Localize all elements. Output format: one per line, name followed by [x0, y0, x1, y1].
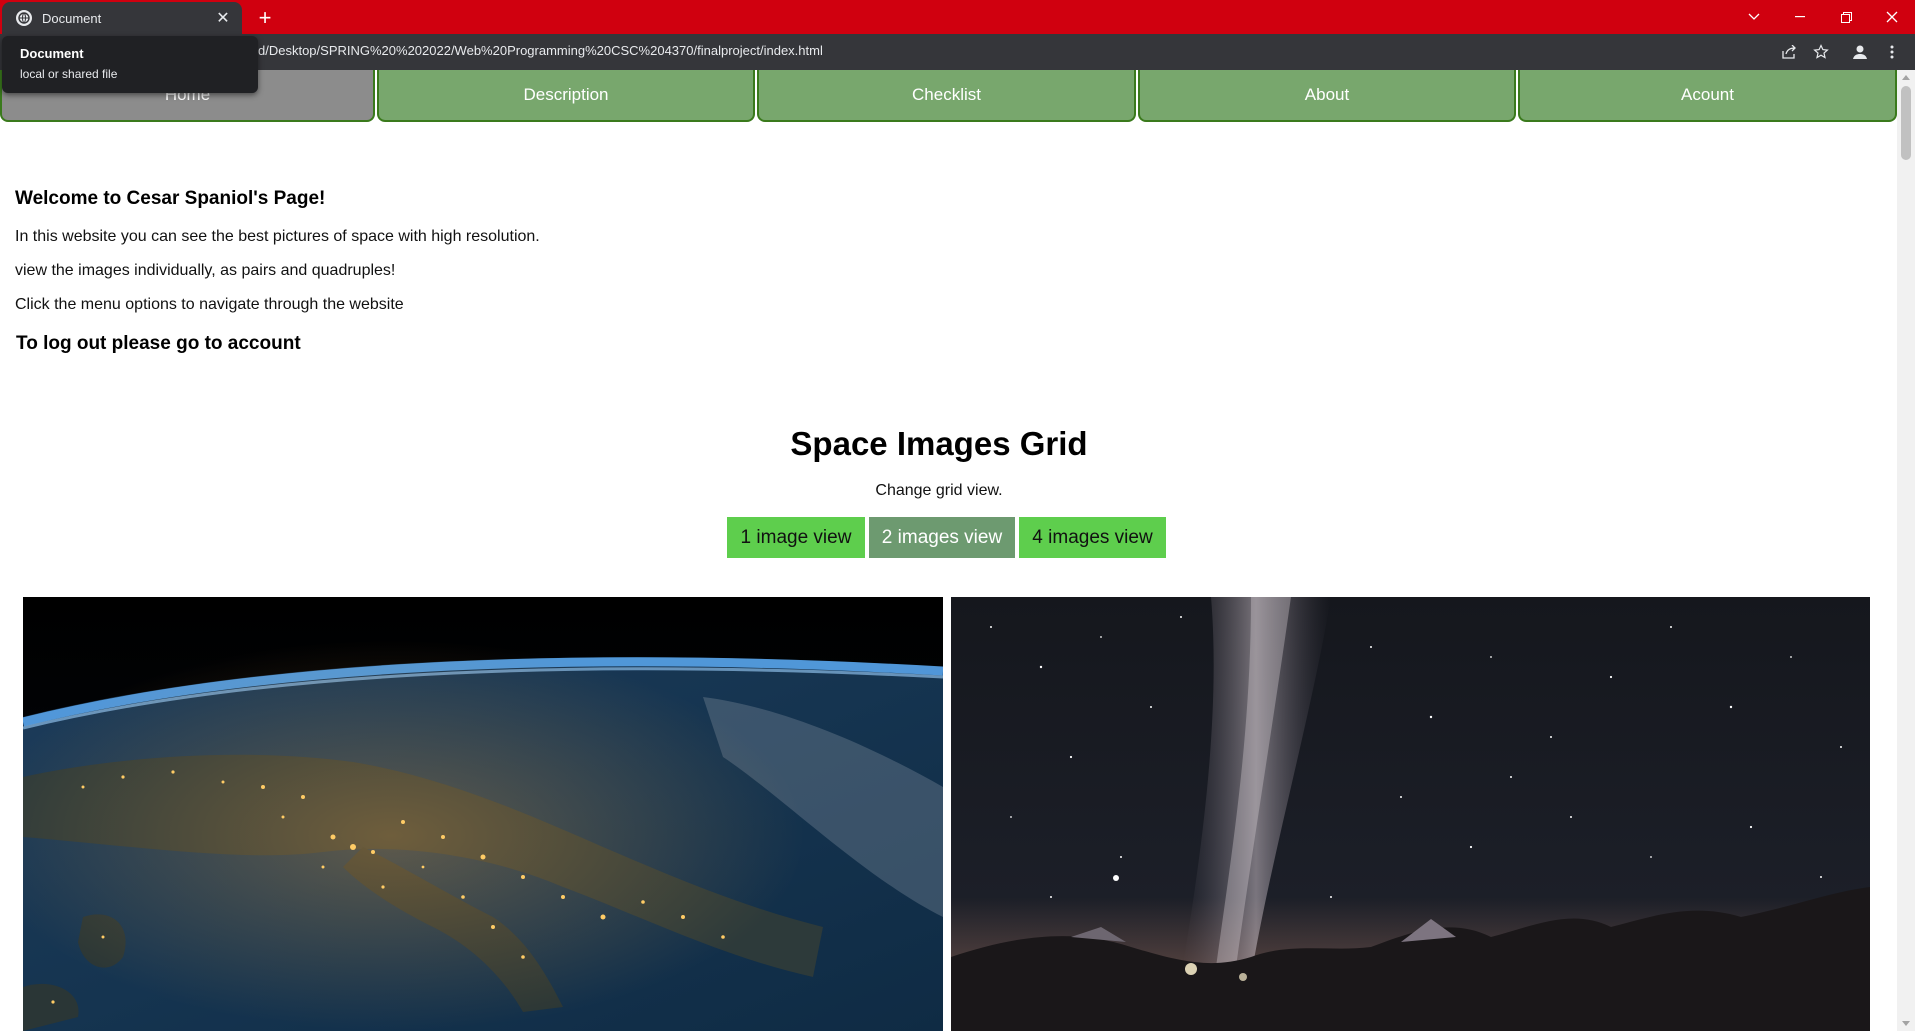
one-image-view-button[interactable]: 1 image view	[727, 517, 865, 558]
page-scrollbar[interactable]	[1897, 70, 1915, 1031]
nav-item-account[interactable]: Acount	[1518, 70, 1897, 122]
welcome-heading: Welcome to Cesar Spaniol's Page!	[15, 188, 326, 209]
grid-subtitle: Change grid view.	[875, 482, 1003, 499]
scrollbar-thumb[interactable]	[1901, 86, 1911, 160]
intro-line: In this website you can see the best pic…	[15, 228, 540, 245]
grid-title: Space Images Grid	[790, 425, 1088, 462]
close-icon[interactable]: ✕	[214, 9, 232, 27]
nav-item-checklist[interactable]: Checklist	[757, 70, 1136, 122]
intro-line: Click the menu options to navigate throu…	[15, 296, 404, 313]
browser-toolbar: d/Desktop/SPRING%20%202022/Web%20Program…	[0, 34, 1915, 70]
address-bar[interactable]: d/Desktop/SPRING%20%202022/Web%20Program…	[258, 43, 823, 58]
window-close-icon[interactable]	[1869, 0, 1915, 34]
minimize-icon[interactable]	[1777, 0, 1823, 34]
tab-title: Document	[42, 10, 102, 26]
two-images-view-button[interactable]: 2 images view	[869, 517, 1015, 558]
browser-tab[interactable]: Document ✕	[2, 2, 242, 34]
new-tab-button[interactable]: +	[252, 5, 278, 31]
tooltip-title: Document	[20, 46, 84, 61]
scroll-down-arrow-icon[interactable]	[1902, 1021, 1910, 1026]
star-icon[interactable]	[1811, 42, 1831, 62]
restore-icon[interactable]	[1823, 0, 1869, 34]
nav-item-about[interactable]: About	[1138, 70, 1516, 122]
earth-at-night-image	[23, 597, 943, 1031]
four-images-view-button[interactable]: 4 images view	[1019, 517, 1166, 558]
browser-title-bar: Document ✕ +	[0, 0, 1915, 34]
menu-icon[interactable]	[1882, 42, 1902, 62]
globe-icon	[16, 10, 32, 26]
scroll-up-arrow-icon[interactable]	[1902, 75, 1910, 80]
tooltip-subtitle: local or shared file	[20, 67, 118, 81]
tab-tooltip: Document local or shared file	[2, 36, 258, 93]
page-viewport: Home Description Checklist About Acount …	[0, 70, 1897, 1031]
logout-heading: To log out please go to account	[16, 333, 301, 354]
main-nav: Home Description Checklist About Acount	[0, 70, 1897, 122]
intro-line: view the images individually, as pairs a…	[15, 262, 396, 279]
milky-way-image	[951, 597, 1870, 1031]
chevron-down-icon[interactable]	[1731, 0, 1777, 34]
share-icon[interactable]	[1779, 42, 1799, 62]
profile-icon[interactable]	[1850, 42, 1870, 62]
nav-item-description[interactable]: Description	[377, 70, 755, 122]
